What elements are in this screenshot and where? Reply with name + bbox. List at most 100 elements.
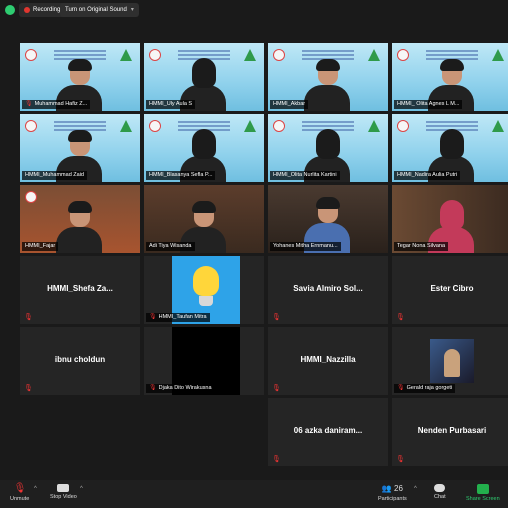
video-tile[interactable]: Adi Tiya Wisanda	[144, 185, 264, 253]
top-bar: Recording Turn on Original Sound ▾	[0, 0, 508, 20]
participant-name: Gerald raja gorgeti	[406, 385, 453, 391]
mic-muted-icon: 🎙	[149, 314, 157, 320]
chat-bubble-icon	[434, 484, 446, 492]
participant-nameplate: HMMI_Fajar	[22, 242, 59, 251]
participant-nameplate: Yohanes Mitha Ernmanu...	[270, 242, 341, 251]
participant-nameplate: 🎙 Muhammad Hafiz Z...	[22, 100, 91, 109]
lightbulb-icon	[193, 266, 219, 296]
security-shield-icon[interactable]	[5, 5, 15, 15]
unmute-button[interactable]: 🎙 Unmute	[10, 483, 30, 503]
video-tile[interactable]: Nenden Purbasari 🎙	[392, 398, 508, 466]
video-tile[interactable]: HMMI_Blasanya Sefla P...	[144, 114, 264, 182]
participant-nameplate: Tegar Nona Silvana	[394, 242, 449, 251]
video-tile[interactable]: Tegar Nona Silvana	[392, 185, 508, 253]
participant-name: HMMI_Shefa Za...	[47, 284, 113, 293]
video-tile[interactable]: HMMI_Olita Nurlita Kartini	[268, 114, 388, 182]
share-screen-icon	[476, 484, 489, 494]
video-tile[interactable]: 06 azka daniram... 🎙	[268, 398, 388, 466]
organization-logo-icon	[492, 49, 504, 61]
participant-video	[304, 59, 350, 111]
participant-name: Ester Cibro	[430, 284, 474, 293]
participant-nameplate: 🎙 Djaka Dito Wirakusna	[146, 384, 215, 393]
participant-name: Djaka Dito Wirakusna	[158, 385, 212, 391]
participant-name: HMMI_Olita Nurlita Kartini	[273, 172, 337, 178]
participant-nameplate: HMMI_Olita Nurlita Kartini	[270, 171, 340, 180]
participant-video	[56, 201, 102, 253]
mic-muted-icon: 🎙	[25, 101, 33, 107]
participant-name: HMMI_Akbar	[273, 101, 306, 107]
video-tile[interactable]: 🎙 Muhammad Hafiz Z...	[20, 43, 140, 111]
video-tile[interactable]: HMMI_Akbar	[268, 43, 388, 111]
participant-nameplate: 🎙 HMMI_Taufan Mitra	[146, 313, 210, 322]
share-screen-button[interactable]: Share Screen	[466, 484, 500, 502]
participants-button[interactable]: 👥 26 Participants	[378, 484, 407, 502]
participant-name: HMMI_Nazzilla	[300, 355, 356, 364]
organization-logo-icon	[492, 120, 504, 132]
participant-nameplate: Adi Tiya Wisanda	[146, 242, 195, 251]
video-tile[interactable]: HMMI_Fajar	[20, 185, 140, 253]
recording-indicator[interactable]: Recording	[19, 3, 66, 17]
participant-name: HMMI_Blasanya Sefla P...	[149, 172, 213, 178]
participants-label: Participants	[378, 496, 407, 502]
audio-options-chevron-icon[interactable]: ^	[34, 486, 37, 492]
participant-name: Nenden Purbasari	[417, 426, 487, 435]
organization-logo-icon	[368, 49, 380, 61]
mic-muted-icon: 🎙	[24, 314, 33, 321]
video-tile[interactable]: 🎙 HMMI_Taufan Mitra	[144, 256, 264, 324]
participant-name: HMMI_Muhammad Zaid	[25, 172, 84, 178]
university-logo-icon	[25, 191, 37, 203]
video-tile[interactable]: HMMI_Nazzilla 🎙	[268, 327, 388, 395]
university-logo-icon	[149, 120, 161, 132]
organization-logo-icon	[120, 49, 132, 61]
original-sound-button[interactable]: Turn on Original Sound ▾	[60, 3, 139, 17]
mic-muted-icon: 🎙	[149, 385, 157, 391]
video-camera-icon	[57, 484, 70, 492]
participant-name: HMMI_Uly Aula S	[149, 101, 193, 107]
meeting-toolbar: 🎙 Unmute ^ Stop Video ^ 👥 26 Participant…	[0, 480, 508, 508]
recording-dot-icon	[24, 7, 30, 13]
university-logo-icon	[273, 49, 285, 61]
video-tile[interactable]: HMMI_Uly Aula S	[144, 43, 264, 111]
participant-name: Adi Tiya Wisanda	[149, 243, 192, 249]
stop-video-button[interactable]: Stop Video	[50, 484, 77, 500]
mic-muted-icon: 🎙	[396, 314, 405, 321]
university-logo-icon	[273, 120, 285, 132]
microphone-muted-icon: 🎙	[13, 483, 27, 494]
mic-muted-icon: 🎙	[396, 456, 405, 463]
participant-name: HMMI_Fajar	[25, 243, 56, 249]
chat-button[interactable]: Chat	[434, 484, 446, 500]
participant-name: Yohanes Mitha Ernmanu...	[273, 243, 338, 249]
mic-muted-icon: 🎙	[397, 385, 405, 391]
participant-name: ibnu choldun	[54, 355, 106, 364]
video-tile[interactable]: Yohanes Mitha Ernmanu...	[268, 185, 388, 253]
lightbulb-base	[199, 296, 213, 306]
video-tile[interactable]: HMMI_ Olita Agnes L M...	[392, 43, 508, 111]
original-sound-label: Turn on Original Sound	[65, 7, 127, 13]
university-logo-icon	[25, 49, 37, 61]
participants-icon: 👥 26	[381, 484, 403, 493]
video-tile[interactable]: HMMI_Nadira Aulia Putri	[392, 114, 508, 182]
mic-muted-icon: 🎙	[272, 456, 281, 463]
university-logo-icon	[149, 49, 161, 61]
video-tile[interactable]: ibnu choldun 🎙	[20, 327, 140, 395]
organization-logo-icon	[244, 120, 256, 132]
video-tile[interactable]: HMMI_Muhammad Zaid	[20, 114, 140, 182]
organization-logo-icon	[120, 120, 132, 132]
chat-label: Chat	[434, 494, 446, 500]
video-tile[interactable]: 🎙 Djaka Dito Wirakusna	[144, 327, 264, 395]
video-options-chevron-icon[interactable]: ^	[80, 486, 83, 492]
video-tile[interactable]: Savia Almiro Sol... 🎙	[268, 256, 388, 324]
participant-nameplate: HMMI_Akbar	[270, 100, 309, 109]
participant-nameplate: HMMI_Muhammad Zaid	[22, 171, 87, 180]
participants-options-chevron-icon[interactable]: ^	[414, 486, 417, 492]
unmute-label: Unmute	[10, 496, 30, 502]
participant-name: Tegar Nona Silvana	[397, 243, 446, 249]
participant-name: HMMI_ Olita Agnes L M...	[397, 101, 460, 107]
participant-name: Muhammad Hafiz Z...	[34, 101, 88, 107]
participant-name: HMMI_Taufan Mitra	[158, 314, 207, 320]
participant-name: Savia Almiro Sol...	[293, 284, 363, 293]
video-tile[interactable]: 🎙 Gerald raja gorgeti	[392, 327, 508, 395]
video-tile[interactable]: Ester Cibro 🎙	[392, 256, 508, 324]
share-screen-label: Share Screen	[466, 496, 500, 502]
video-tile[interactable]: HMMI_Shefa Za... 🎙	[20, 256, 140, 324]
